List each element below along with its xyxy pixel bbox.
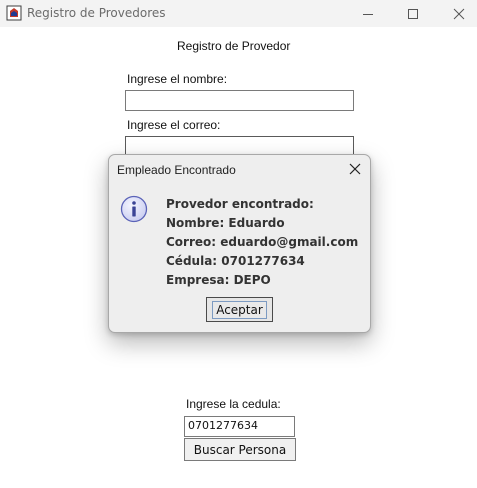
java-cup-icon (6, 5, 22, 21)
accept-button[interactable]: Aceptar (206, 297, 273, 322)
minimize-icon (363, 13, 373, 15)
form-heading: Registro de Provedor (177, 39, 291, 53)
dialog-message-line: Nombre: Eduardo (166, 216, 285, 230)
name-label: Ingrese el nombre: (127, 72, 228, 86)
close-button[interactable] (436, 0, 477, 27)
dialog-message-line: Cédula: 0701277634 (166, 254, 305, 268)
maximize-button[interactable] (390, 0, 436, 27)
name-field[interactable] (125, 90, 354, 111)
dialog-close-icon[interactable] (349, 163, 361, 175)
window-titlebar: Registro de Provedores (0, 0, 477, 27)
maximize-icon (408, 8, 418, 19)
dialog-message-line: Empresa: DEPO (166, 273, 271, 287)
dialog-message-line: Correo: eduardo@gmail.com (166, 235, 359, 249)
minimize-button[interactable] (345, 0, 391, 27)
info-icon (120, 195, 148, 223)
search-person-button[interactable]: Buscar Persona (184, 438, 296, 461)
cedula-field[interactable]: 0701277634 (184, 416, 295, 437)
email-label: Ingrese el correo: (127, 118, 221, 132)
cedula-label: Ingrese la cedula: (186, 397, 281, 411)
accept-button-label: Aceptar (212, 300, 267, 319)
dialog-title: Empleado Encontrado (117, 163, 236, 177)
employee-found-dialog: Empleado Encontrado Provedor encontrado:… (108, 154, 371, 333)
window-title: Registro de Provedores (27, 6, 166, 20)
close-icon (453, 8, 465, 19)
dialog-message-line: Provedor encontrado: (166, 197, 314, 211)
